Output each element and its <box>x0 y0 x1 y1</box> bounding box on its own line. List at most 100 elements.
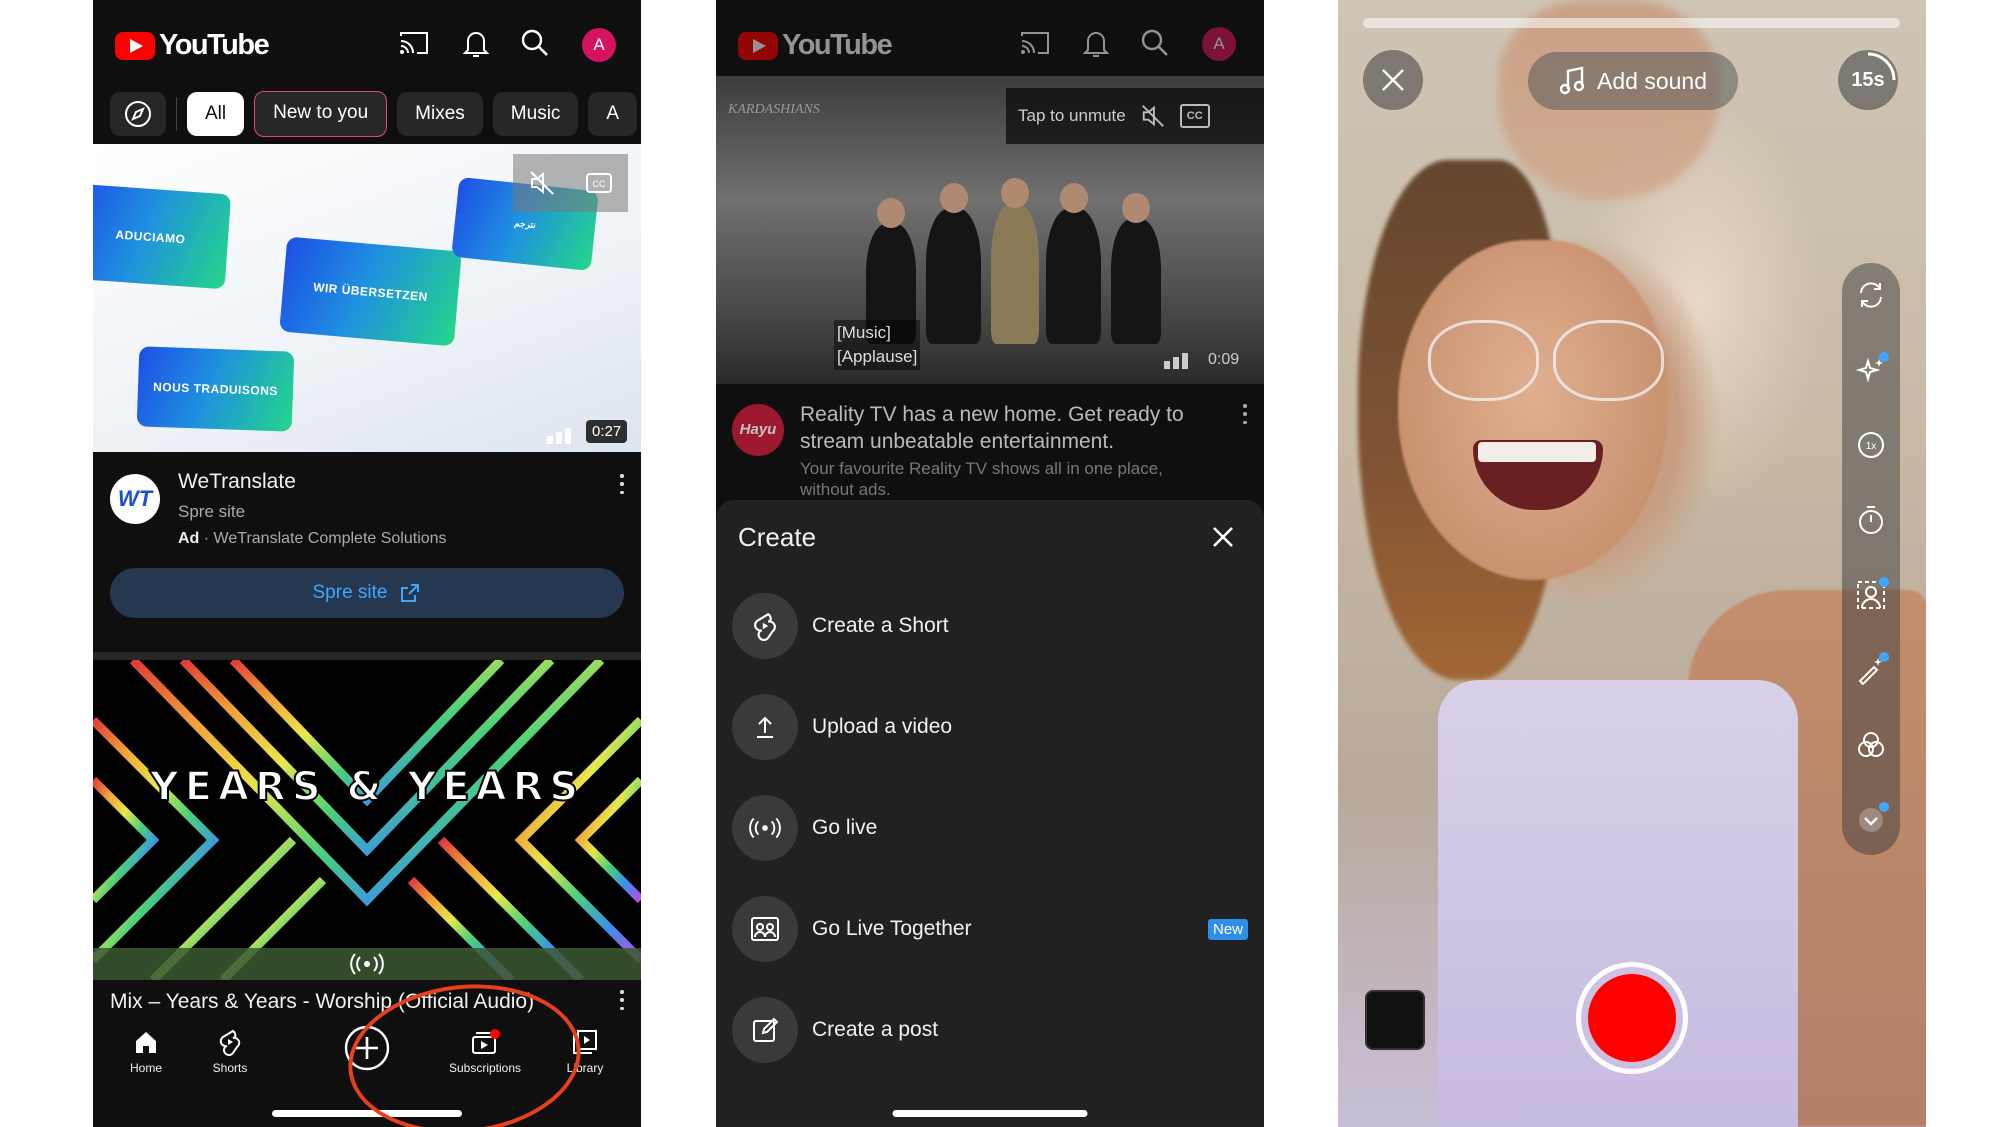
chip-more[interactable]: A <box>588 92 638 136</box>
hayu-logo: Hayu <box>732 404 784 456</box>
green-screen-icon[interactable] <box>1851 575 1891 615</box>
more-tools-icon[interactable] <box>1851 800 1891 840</box>
ad-sponsor-line: Ad · WeTranslate Complete Solutions <box>178 530 447 547</box>
caption-line: [Music] <box>837 323 891 342</box>
captions-icon[interactable]: CC <box>585 172 613 194</box>
ad-title[interactable]: WeTranslate <box>178 470 296 494</box>
youtube-logo: YouTube <box>738 29 893 62</box>
close-icon[interactable] <box>1206 520 1240 554</box>
muted-speaker-icon[interactable] <box>528 169 556 197</box>
tap-to-unmute: Tap to unmute CC <box>1006 88 1264 144</box>
compass-icon <box>125 101 151 127</box>
top-bar: YouTube A <box>93 0 641 84</box>
add-sound-button[interactable]: Add sound <box>1528 52 1738 110</box>
dancer-figure <box>926 183 981 344</box>
youtube-play-icon <box>115 31 155 60</box>
mix-thumb-text: YEARS & YEARS <box>149 764 584 810</box>
video-meta-dimmed: Hayu Reality TV has a new home. Get read… <box>716 384 1264 504</box>
create-short-item[interactable]: Create a Short <box>732 592 1252 660</box>
camera-subject <box>1398 240 1668 580</box>
close-camera-button[interactable] <box>1363 50 1423 110</box>
external-link-icon <box>401 584 420 602</box>
effects-icon[interactable] <box>1851 350 1891 390</box>
chip-new-to-you[interactable]: New to you <box>254 91 388 137</box>
notifications-bell-icon[interactable] <box>459 26 493 60</box>
chip-mixes[interactable]: Mixes <box>397 92 483 136</box>
go-live-item[interactable]: Go live <box>732 794 1252 862</box>
home-indicator <box>272 1110 462 1117</box>
volume-bars-icon <box>547 428 571 444</box>
mix-bar <box>93 948 641 980</box>
item-label: Create a post <box>812 1018 939 1041</box>
nav-library[interactable]: Library <box>540 1028 630 1075</box>
video-duration: 0:09 <box>1208 351 1240 368</box>
visit-site-button[interactable]: Spre site <box>110 568 624 618</box>
chip-all[interactable]: All <box>187 92 245 136</box>
ad-player-controls: CC <box>513 154 628 212</box>
mix-title[interactable]: Mix – Years & Years - Worship (Official … <box>110 990 534 1014</box>
retouch-icon[interactable] <box>1851 650 1891 690</box>
add-sound-label: Add sound <box>1597 67 1707 94</box>
home-icon <box>136 1032 156 1053</box>
cta-label: Spre site <box>312 582 388 603</box>
gallery-thumbnail[interactable] <box>1365 990 1425 1050</box>
new-indicator-dot <box>1879 652 1889 662</box>
ad-duration: 0:27 <box>586 420 628 443</box>
wetranslate-logo[interactable]: WT <box>110 474 160 524</box>
close-icon <box>1382 69 1404 91</box>
more-options-icon[interactable] <box>619 474 625 494</box>
timer-icon[interactable] <box>1851 500 1891 540</box>
more-options-icon[interactable] <box>619 990 625 1010</box>
mix-artwork: YEARS & YEARS <box>93 660 641 980</box>
logo-text: YouTube <box>159 29 270 61</box>
upload-video-item[interactable]: Upload a video <box>732 693 1252 761</box>
bottom-nav: Home Shorts Subscriptions Library <box>93 1020 641 1127</box>
logo-text: YouTube <box>782 29 893 61</box>
chip-divider <box>176 97 177 131</box>
nav-home[interactable]: Home <box>101 1028 191 1075</box>
ad-info: WT WeTranslate Spre site Ad · WeTranslat… <box>93 452 641 657</box>
shorts-icon <box>219 1029 241 1056</box>
camera-preview <box>1338 0 1926 1127</box>
library-icon <box>573 1030 597 1054</box>
ad-card: ADUCIAMO <box>93 183 232 290</box>
new-indicator-dot <box>1879 352 1889 362</box>
ad-video-player[interactable]: ADUCIAMO WIR ÜBERSETZEN نترجم NOUS TRADU… <box>93 144 641 452</box>
svg-text:1x: 1x <box>1866 441 1877 452</box>
video-description: Your favourite Reality TV shows all in o… <box>800 459 1163 499</box>
new-badge: New <box>1207 918 1248 940</box>
cast-icon[interactable] <box>397 26 431 60</box>
create-button[interactable] <box>322 1024 412 1077</box>
create-post-item[interactable]: Create a post <box>732 996 1252 1064</box>
speed-icon[interactable]: 1x <box>1851 425 1891 465</box>
search-icon[interactable] <box>518 26 552 60</box>
go-live-together-item[interactable]: Go Live Together New <box>732 895 1252 963</box>
mix-thumbnail[interactable]: YEARS & YEARS <box>93 660 641 980</box>
nav-shorts[interactable]: Shorts <box>185 1028 275 1075</box>
nav-label: Library <box>566 1061 604 1075</box>
cast-icon <box>1021 32 1049 54</box>
explore-chip[interactable] <box>110 92 166 136</box>
duration-toggle[interactable]: 15s <box>1838 50 1898 110</box>
youtube-logo[interactable]: YouTube <box>115 29 270 62</box>
notifications-bell-icon <box>1082 32 1110 57</box>
video-player-dimmed: KARDASHIANS Tap to unmute CC [Music] [App… <box>716 76 1264 384</box>
subscriptions-icon <box>472 1029 500 1054</box>
item-label: Go live <box>812 816 878 839</box>
record-button[interactable] <box>1576 962 1688 1074</box>
ad-card: NOUS TRADUISONS <box>136 346 295 432</box>
video-title: Reality TV has a new home. Get ready to … <box>800 403 1184 453</box>
avatar[interactable]: A <box>582 28 616 62</box>
flip-camera-icon[interactable] <box>1851 275 1891 315</box>
nav-subscriptions[interactable]: Subscriptions <box>430 1028 540 1075</box>
avatar: A <box>1202 27 1236 61</box>
nav-label: Subscriptions <box>448 1061 522 1075</box>
phone-shorts-camera: Add sound 15s 1x <box>1338 0 1926 1127</box>
live-broadcast-icon <box>732 795 798 861</box>
filters-icon[interactable] <box>1851 725 1891 765</box>
muted-speaker-icon <box>1141 105 1164 127</box>
youtube-play-icon <box>738 31 778 60</box>
sheet-title: Create <box>738 522 817 552</box>
chip-music[interactable]: Music <box>492 92 579 136</box>
phone-youtube-home: YouTube A All New to you Mixes Music A A… <box>93 0 641 1127</box>
